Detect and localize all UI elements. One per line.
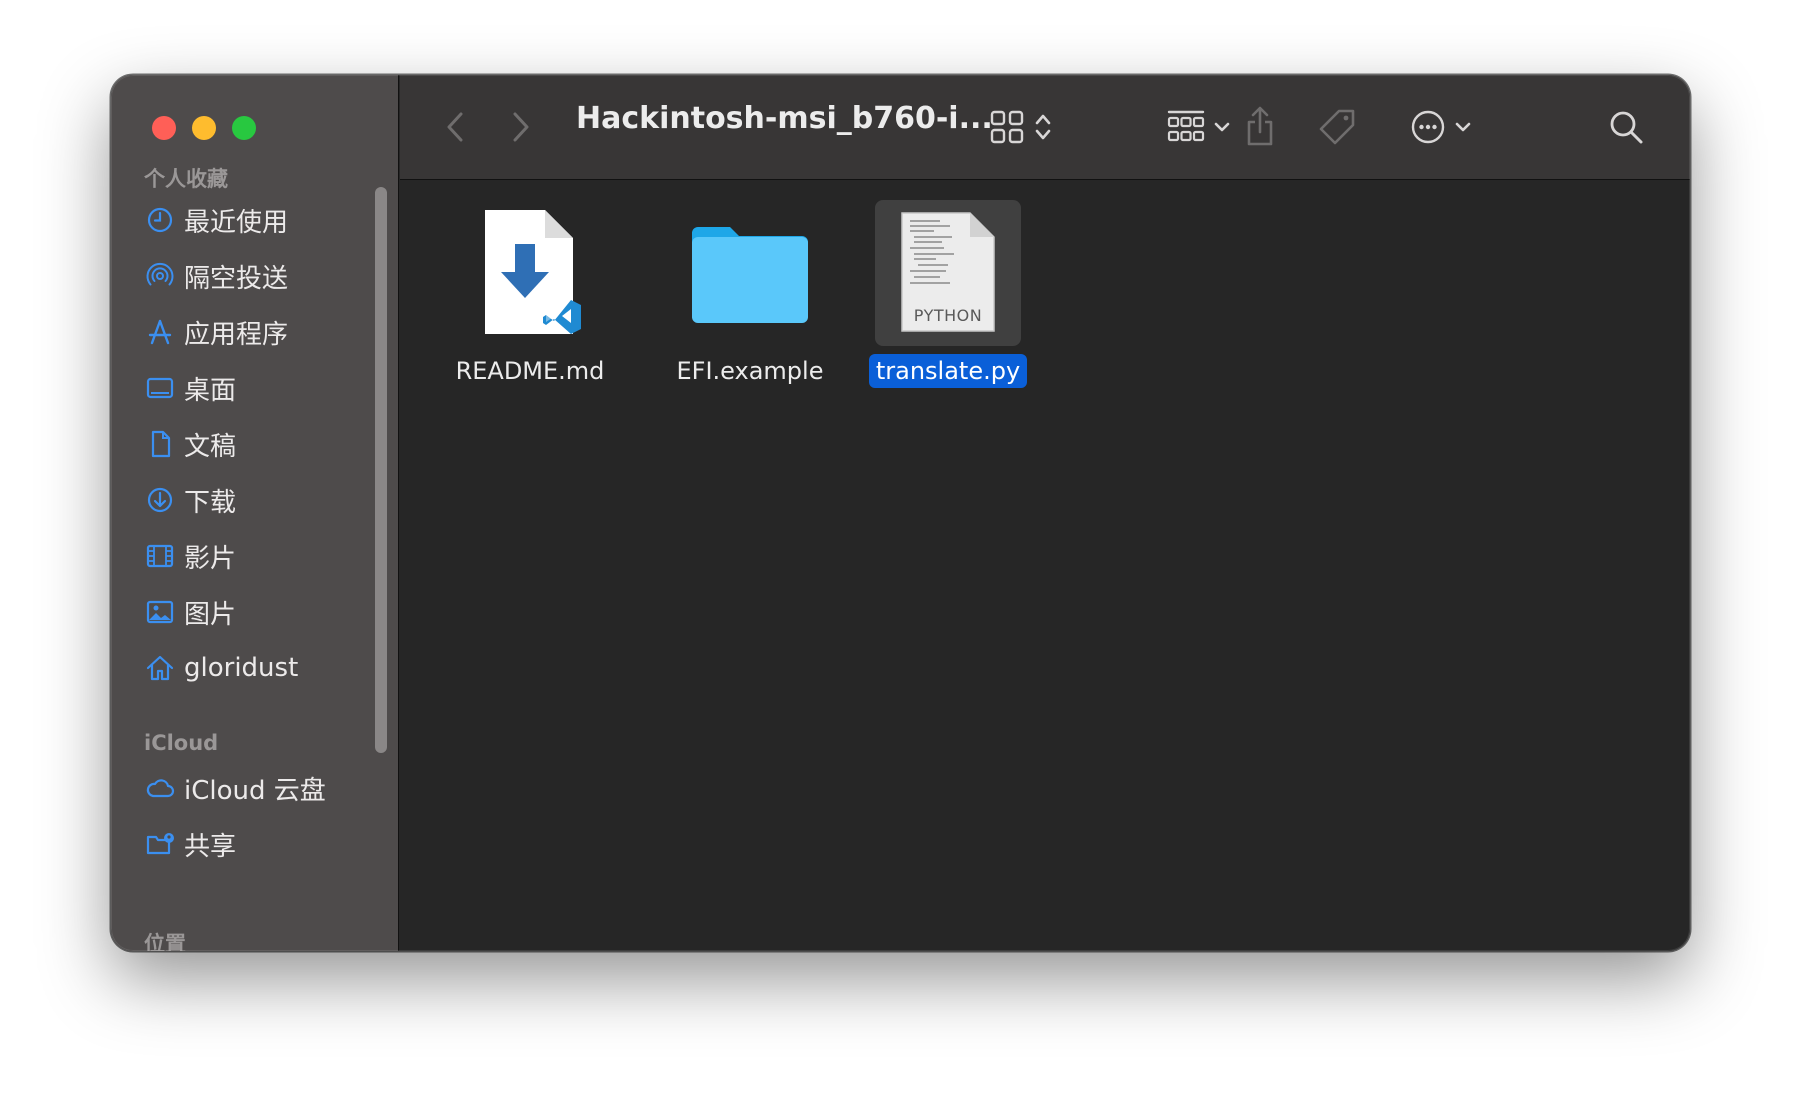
home-icon bbox=[144, 652, 176, 684]
sidebar-item-applications[interactable]: 应用程序 bbox=[144, 311, 374, 353]
sidebar-item-label: 文稿 bbox=[184, 431, 237, 462]
sidebar-item-label: 最近使用 bbox=[184, 207, 289, 238]
sidebar-item-label: iCloud 云盘 bbox=[184, 775, 326, 806]
ellipsis-circle-icon bbox=[1410, 109, 1446, 145]
download-icon bbox=[144, 484, 176, 516]
desktop-icon bbox=[144, 372, 176, 404]
chevron-down-icon bbox=[1454, 121, 1472, 133]
file-name-label: README.md bbox=[455, 357, 605, 385]
sidebar-item-home[interactable]: gloridust bbox=[144, 647, 374, 689]
chevron-left-icon bbox=[444, 110, 466, 144]
toolbar: Hackintosh-msi_b760-i... bbox=[400, 75, 1690, 180]
photo-icon bbox=[144, 596, 176, 628]
film-icon bbox=[144, 540, 176, 572]
sidebar-item-recents[interactable]: 最近使用 bbox=[144, 199, 374, 241]
folder-icon bbox=[677, 200, 823, 346]
sidebar-item-label: 影片 bbox=[184, 543, 237, 574]
tag-button[interactable] bbox=[1315, 105, 1359, 149]
more-actions-button[interactable] bbox=[1404, 107, 1478, 147]
markdown-vscode-icon bbox=[457, 200, 603, 346]
file-item-readme[interactable]: README.md bbox=[440, 200, 620, 388]
window-title: Hackintosh-msi_b760-i... bbox=[576, 101, 993, 136]
sidebar-item-label: 下载 bbox=[184, 487, 237, 518]
sidebar-item-label: gloridust bbox=[184, 653, 299, 683]
icon-view-grid-icon bbox=[990, 110, 1024, 144]
sidebar-item-label: 共享 bbox=[184, 831, 237, 862]
shared-folder-icon bbox=[144, 828, 176, 860]
group-grid-icon bbox=[1167, 109, 1205, 145]
python-badge-label: PYTHON bbox=[913, 305, 983, 325]
share-button[interactable] bbox=[1241, 103, 1279, 149]
favorites-section-title: 个人收藏 bbox=[144, 167, 228, 191]
file-name-label: EFI.example bbox=[676, 357, 824, 385]
sidebar-item-downloads[interactable]: 下载 bbox=[144, 479, 374, 521]
sidebar-scrollbar[interactable] bbox=[375, 187, 387, 753]
view-mode-button[interactable] bbox=[986, 107, 1056, 147]
sidebar-item-label: 图片 bbox=[184, 599, 237, 630]
sidebar-item-label: 应用程序 bbox=[184, 319, 289, 350]
clock-icon bbox=[144, 204, 176, 236]
chevron-right-icon bbox=[510, 110, 532, 144]
back-button[interactable] bbox=[440, 109, 470, 145]
sidebar-item-documents[interactable]: 文稿 bbox=[144, 423, 374, 465]
search-button[interactable] bbox=[1606, 107, 1646, 147]
tag-icon bbox=[1317, 107, 1357, 147]
updown-chevron-icon bbox=[1034, 111, 1052, 143]
document-icon bbox=[144, 428, 176, 460]
finder-window: 个人收藏 最近使用 隔空投送 应用程序 桌面 文稿 下载 影片 图片 glori… bbox=[111, 75, 1690, 951]
python-file-icon: PYTHON bbox=[875, 200, 1021, 346]
search-icon bbox=[1608, 109, 1644, 145]
sidebar-item-airdrop[interactable]: 隔空投送 bbox=[144, 255, 374, 297]
sidebar-item-movies[interactable]: 影片 bbox=[144, 535, 374, 577]
sidebar: 个人收藏 最近使用 隔空投送 应用程序 桌面 文稿 下载 影片 图片 glori… bbox=[111, 75, 399, 951]
file-item-translate-py[interactable]: PYTHON translate.py bbox=[858, 200, 1038, 388]
file-browser-area[interactable]: README.md EFI.example PYTHON translate.p… bbox=[400, 180, 1690, 951]
share-icon bbox=[1244, 105, 1276, 147]
airdrop-icon bbox=[144, 260, 176, 292]
applications-icon bbox=[144, 316, 176, 348]
locations-section-title: 位置 bbox=[144, 932, 186, 951]
sidebar-item-shared[interactable]: 共享 bbox=[144, 823, 374, 865]
sidebar-item-desktop[interactable]: 桌面 bbox=[144, 367, 374, 409]
file-item-efi-example[interactable]: EFI.example bbox=[660, 200, 840, 388]
sidebar-item-pictures[interactable]: 图片 bbox=[144, 591, 374, 633]
chevron-down-icon bbox=[1213, 121, 1231, 133]
file-name-label: translate.py bbox=[868, 354, 1028, 388]
minimize-window-button[interactable] bbox=[192, 116, 216, 140]
group-by-button[interactable] bbox=[1163, 107, 1235, 147]
cloud-icon bbox=[144, 772, 176, 804]
forward-button[interactable] bbox=[506, 109, 536, 145]
sidebar-item-icloud-drive[interactable]: iCloud 云盘 bbox=[144, 767, 374, 809]
sidebar-item-label: 桌面 bbox=[184, 375, 237, 406]
close-window-button[interactable] bbox=[152, 116, 176, 140]
zoom-window-button[interactable] bbox=[232, 116, 256, 140]
sidebar-item-label: 隔空投送 bbox=[184, 263, 289, 294]
icloud-section-title: iCloud bbox=[144, 731, 219, 755]
